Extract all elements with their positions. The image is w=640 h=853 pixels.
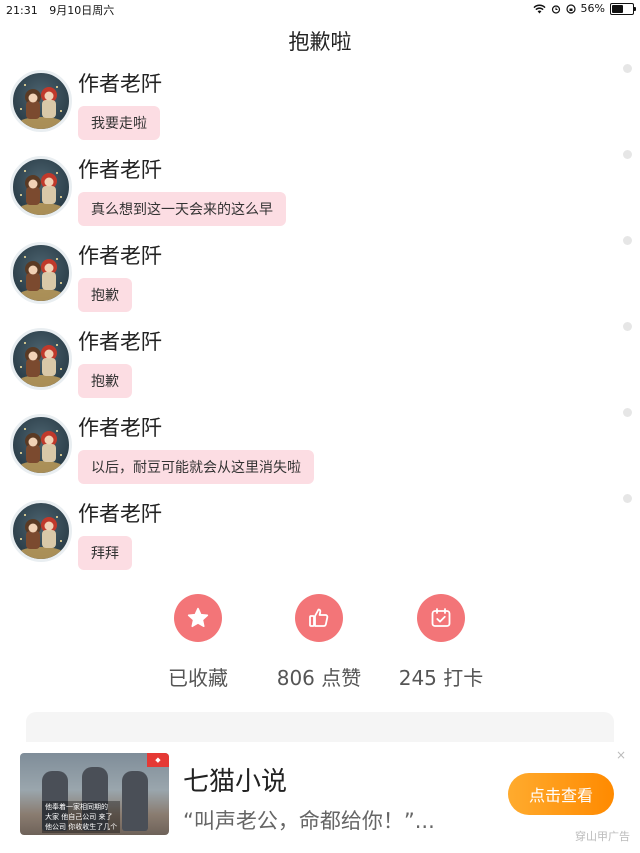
- ad-view-button[interactable]: 点击查看: [508, 773, 614, 815]
- ad-banner[interactable]: ◆ 他奉着一家相同期的 大家 他自己公司 来了 他公司 你收收生了几个 七猫小说…: [0, 742, 640, 853]
- wifi-icon: [533, 4, 546, 13]
- favorite-label: 已收藏: [168, 666, 228, 690]
- message-item: 作者老阡 抱歉: [10, 240, 610, 320]
- side-dot: [623, 322, 632, 331]
- status-time: 21:31: [6, 4, 38, 17]
- author-name: 作者老阡: [78, 330, 162, 354]
- message-item: 作者老阡真么想到这一天会来的这么早: [10, 154, 610, 234]
- favorite-icon-circle[interactable]: [174, 594, 222, 642]
- checkin-button[interactable]: 245 打卡: [381, 594, 501, 691]
- close-icon[interactable]: ×: [616, 748, 626, 762]
- side-dot: [623, 150, 632, 159]
- message-bubble: 抱歉: [78, 278, 132, 312]
- page-title: 抱歉啦: [288, 30, 352, 54]
- rotation-lock-icon: [565, 3, 576, 14]
- ad-app-name: 七猫小说: [183, 767, 288, 797]
- author-avatar[interactable]: [10, 156, 72, 218]
- battery-icon: [610, 2, 636, 15]
- side-dot: [623, 494, 632, 503]
- author-name: 作者老阡: [78, 158, 162, 182]
- author-avatar[interactable]: [10, 70, 72, 132]
- thumbs-up-icon: [309, 608, 329, 627]
- message-item: 作者老阡 拜拜: [10, 498, 610, 578]
- message-item: 作者老阡以后，耐豆可能就会从这里消失啦: [10, 412, 610, 492]
- message-bubble: 我要走啦: [78, 106, 160, 140]
- author-name: 作者老阡: [78, 244, 162, 268]
- side-dot: [623, 408, 632, 417]
- checkin-icon-circle[interactable]: [417, 594, 465, 642]
- ad-corner-badge: ◆: [147, 753, 169, 767]
- ad-thumb-caption: 他奉着一家相同期的 大家 他自己公司 来了 他公司 你收收生了几个: [42, 801, 121, 833]
- like-icon-circle[interactable]: [295, 594, 343, 642]
- author-avatar[interactable]: [10, 414, 72, 476]
- author-name: 作者老阡: [78, 72, 162, 96]
- author-avatar[interactable]: [10, 500, 72, 562]
- checkin-label: 245 打卡: [398, 666, 484, 690]
- side-dot: [623, 236, 632, 245]
- message-bubble: 以后，耐豆可能就会从这里消失啦: [78, 450, 314, 484]
- ad-thumbnail[interactable]: ◆ 他奉着一家相同期的 大家 他自己公司 来了 他公司 你收收生了几个: [20, 753, 169, 835]
- message-item: 作者老阡 抱歉: [10, 326, 610, 406]
- ad-source-label: 穿山甲广告: [575, 830, 630, 843]
- author-name: 作者老阡: [78, 416, 162, 440]
- alarm-icon: [551, 4, 560, 14]
- like-button[interactable]: 806 点赞: [259, 594, 379, 691]
- author-avatar[interactable]: [10, 242, 72, 304]
- like-label: 806 点赞: [276, 666, 362, 690]
- status-date: 9月10日周六: [49, 4, 115, 17]
- message-bubble: 真么想到这一天会来的这么早: [78, 192, 286, 226]
- favorite-button[interactable]: 已收藏: [138, 594, 258, 691]
- star-icon: [187, 607, 209, 628]
- status-bar: 21:31 9月10日周六 56%: [0, 0, 640, 18]
- side-dot: [623, 64, 632, 73]
- comment-panel: [26, 712, 614, 742]
- author-name: 作者老阡: [78, 502, 162, 526]
- message-item: 作者老阡 我要走啦: [10, 68, 610, 148]
- message-bubble: 抱歉: [78, 364, 132, 398]
- author-avatar[interactable]: [10, 328, 72, 390]
- message-bubble: 拜拜: [78, 536, 132, 570]
- battery-percent: 56%: [580, 2, 605, 15]
- calendar-check-icon: [431, 608, 451, 627]
- ad-description: “叫声老公，命都给你！”...: [183, 809, 435, 833]
